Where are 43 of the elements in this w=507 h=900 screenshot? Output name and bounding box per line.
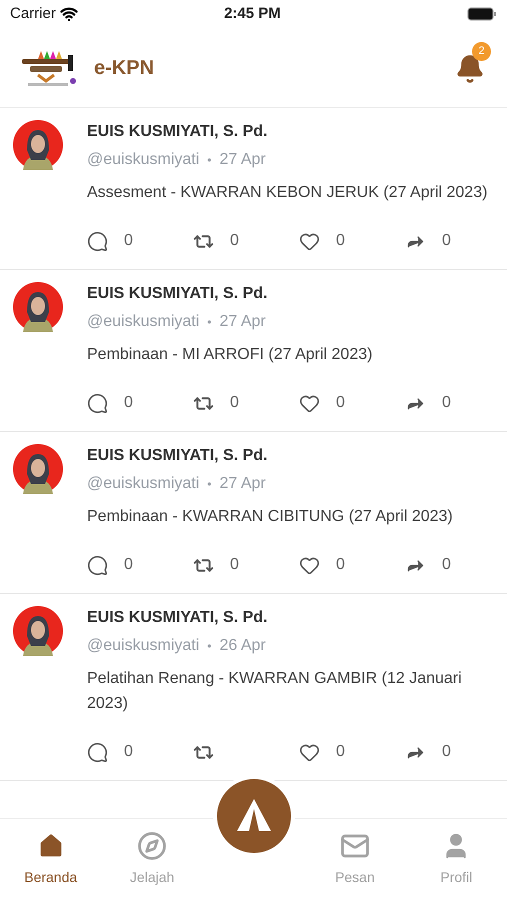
separator-dot: • <box>207 476 212 493</box>
author-name: EUIS KUSMIYATI, S. Pd. <box>87 284 268 304</box>
notification-badge: 2 <box>472 42 491 60</box>
post-date: 27 Apr <box>219 150 266 170</box>
stat-count: 0 <box>124 393 133 413</box>
user-handle[interactable]: @euiskusmiyati <box>87 472 200 496</box>
tab-item[interactable]: Profil <box>406 819 507 900</box>
stat-count: 0 <box>442 742 451 762</box>
stat-count: 0 <box>124 742 133 762</box>
stat-count: 0 <box>124 555 133 575</box>
stat-count: 0 <box>336 742 345 762</box>
user-handle[interactable]: @euiskusmiyati <box>87 634 200 658</box>
status-time: 2:45 PM <box>224 4 281 24</box>
separator-dot: • <box>207 638 212 655</box>
stat-count: 0 <box>442 393 451 413</box>
stat-count: 0 <box>442 555 451 575</box>
post-date: 26 Apr <box>219 636 266 656</box>
stat-count: 0 <box>336 231 345 251</box>
carrier-label: Carrier <box>10 4 56 24</box>
stat-count: 0 <box>230 231 239 251</box>
post-text: Assesment - KWARRAN KEBON JERUK (27 April 2023) <box>87 183 488 203</box>
tab-item[interactable]: Pesan <box>304 819 406 900</box>
app-title: e-KPN <box>94 56 154 80</box>
user-handle[interactable]: @euiskusmiyati <box>87 310 200 334</box>
post-date: 27 Apr <box>219 474 266 494</box>
author-name: EUIS KUSMIYATI, S. Pd. <box>87 122 268 142</box>
post-text: Pembinaan - MI ARROFI (27 April 2023) <box>87 345 374 365</box>
user-handle[interactable]: @euiskusmiyati <box>87 148 200 172</box>
author-name: EUIS KUSMIYATI, S. Pd. <box>87 608 268 628</box>
separator-dot: • <box>207 314 212 331</box>
stat-count: 0 <box>230 393 239 413</box>
post-text: Pembinaan - KWARRAN CIBITUNG (27 April 2023) <box>87 507 454 527</box>
tab-item[interactable]: Beranda <box>0 819 102 900</box>
post-text: Pelatihan Renang - KWARRAN GAMBIR (12 Januari 2023) <box>87 669 463 714</box>
author-name: EUIS KUSMIYATI, S. Pd. <box>87 446 268 466</box>
stat-count: 0 <box>442 231 451 251</box>
separator-dot: • <box>207 152 212 169</box>
stat-count: 0 <box>336 393 345 413</box>
stat-count: 0 <box>230 555 239 575</box>
stat-count: 0 <box>124 231 133 251</box>
tab-item[interactable]: Jelajah <box>101 819 203 900</box>
stat-count: 0 <box>336 555 345 575</box>
post-date: 27 Apr <box>219 312 266 332</box>
